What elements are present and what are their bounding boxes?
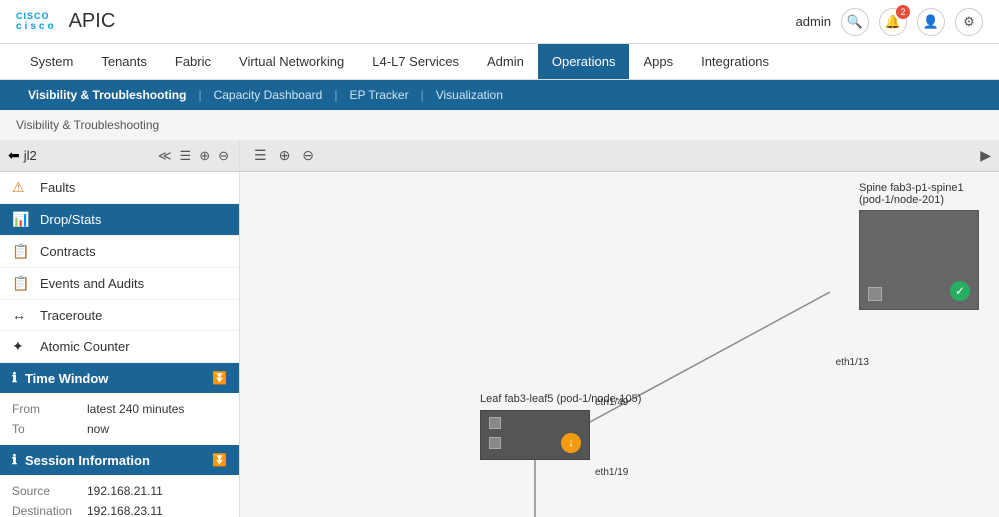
source-value: 192.168.21.11: [87, 484, 163, 498]
contracts-label: Contracts: [40, 244, 96, 259]
source-label: Source: [12, 484, 87, 498]
subnav-visualization[interactable]: Visualization: [424, 80, 515, 110]
to-value: now: [87, 422, 109, 436]
time-window-from-row: From latest 240 minutes: [12, 399, 227, 419]
sidebar: ⬅ jl2 ≪ ☰ ⊕ ⊖ ⚠ Faults 📊 Drop/Stats 📋 Co…: [0, 140, 240, 517]
session-info-content: Source 192.168.21.11 Destination 192.168…: [0, 475, 239, 517]
spine-label: Spine fab3-p1-spine1 (pod-1/node-201): [859, 182, 989, 206]
eth13-label: eth1/13: [836, 357, 869, 368]
leaf-label: Leaf fab3-leaf5 (pod-1/node-105): [480, 392, 641, 406]
list-icon[interactable]: ☰: [178, 146, 194, 166]
spine-box: ✓: [859, 210, 979, 310]
apic-title: APIC: [69, 10, 116, 33]
nav-operations[interactable]: Operations: [538, 44, 630, 79]
session-info-collapse-icon: ⏬: [212, 453, 227, 467]
sidebar-item-faults[interactable]: ⚠ Faults: [0, 172, 239, 204]
collapse-left-icon[interactable]: ≪: [156, 146, 174, 166]
spine-check-icon: ✓: [950, 281, 970, 301]
sub-nav: Visibility & Troubleshooting | Capacity …: [0, 80, 999, 110]
top-header: CISCO cisco APIC admin 🔍 🔔 2 👤 ⚙: [0, 0, 999, 44]
zoom-out-icon[interactable]: ⊖: [216, 146, 231, 166]
nav-system[interactable]: System: [16, 44, 87, 79]
breadcrumb: Visibility & Troubleshooting: [0, 110, 999, 140]
canvas-toggle-icon[interactable]: ▶: [980, 147, 991, 164]
atomic-counter-label: Atomic Counter: [40, 339, 130, 354]
events-icon: 📋: [12, 275, 32, 292]
user-icon-button[interactable]: 👤: [917, 8, 945, 36]
leaf-node: Leaf fab3-leaf5 (pod-1/node-105) ↓: [480, 392, 641, 460]
sidebar-title: jl2: [24, 148, 156, 163]
canvas-zoom-out-icon[interactable]: ⊖: [296, 145, 320, 166]
faults-icon: ⚠: [12, 179, 32, 196]
leaf-port-2: [489, 437, 501, 449]
nav-apps[interactable]: Apps: [629, 44, 687, 79]
admin-label: admin: [796, 14, 831, 29]
nav-integrations[interactable]: Integrations: [687, 44, 783, 79]
main-content: ⬅ jl2 ≪ ☰ ⊕ ⊖ ⚠ Faults 📊 Drop/Stats 📋 Co…: [0, 140, 999, 517]
drop-stats-icon: 📊: [12, 211, 32, 228]
network-diagram: eth1/49 eth1/19 eth1/13 Spine fab3-p1-sp…: [240, 172, 999, 517]
contracts-icon: 📋: [12, 243, 32, 260]
sidebar-toolbar: ≪ ☰ ⊕ ⊖: [156, 146, 231, 166]
time-window-title: Time Window: [25, 371, 108, 386]
header-icons: admin 🔍 🔔 2 👤 ⚙: [796, 8, 983, 36]
source-row: Source 192.168.21.11: [12, 481, 227, 501]
spine-node: Spine fab3-p1-spine1 (pod-1/node-201) ✓: [859, 182, 989, 310]
notifications-badge: 2: [896, 5, 910, 19]
settings-icon-button[interactable]: ⚙: [955, 8, 983, 36]
leaf-port-1: [489, 417, 501, 429]
spine-port: [868, 287, 882, 301]
leaf-box: ↓: [480, 410, 590, 460]
nav-fabric[interactable]: Fabric: [161, 44, 225, 79]
eth19-label: eth1/19: [595, 467, 628, 478]
sidebar-item-contracts[interactable]: 📋 Contracts: [0, 236, 239, 268]
nav-l4l7[interactable]: L4-L7 Services: [358, 44, 473, 79]
sidebar-item-drop-stats[interactable]: 📊 Drop/Stats: [0, 204, 239, 236]
events-label: Events and Audits: [40, 276, 144, 291]
leaf-port-row-1: [489, 417, 581, 429]
nav-admin[interactable]: Admin: [473, 44, 538, 79]
destination-label: Destination: [12, 504, 87, 517]
from-label: From: [12, 402, 87, 416]
time-window-collapse-icon: ⏬: [212, 371, 227, 385]
session-info-title: Session Information: [25, 453, 150, 468]
nav-tenants[interactable]: Tenants: [87, 44, 161, 79]
traceroute-label: Traceroute: [40, 308, 102, 323]
sidebar-item-atomic-counter[interactable]: ✦ Atomic Counter: [0, 331, 239, 363]
faults-label: Faults: [40, 180, 75, 195]
session-info-section-header[interactable]: ℹ Session Information ⏬: [0, 445, 239, 475]
sidebar-item-events-audits[interactable]: 📋 Events and Audits: [0, 268, 239, 300]
notifications-icon-button[interactable]: 🔔 2: [879, 8, 907, 36]
time-window-to-row: To now: [12, 419, 227, 439]
time-window-info-icon: ℹ: [12, 370, 17, 386]
cisco-logo: CISCO cisco: [16, 11, 57, 32]
subnav-capacity[interactable]: Capacity Dashboard: [202, 80, 335, 110]
leaf-warning-icon: ↓: [561, 433, 581, 453]
search-icon-button[interactable]: 🔍: [841, 8, 869, 36]
leaf-port-row-2: ↓: [489, 433, 581, 453]
from-value: latest 240 minutes: [87, 402, 184, 416]
time-window-section-header[interactable]: ℹ Time Window ⏬: [0, 363, 239, 393]
drop-stats-label: Drop/Stats: [40, 212, 101, 227]
subnav-ep-tracker[interactable]: EP Tracker: [337, 80, 420, 110]
destination-value: 192.168.23.11: [87, 504, 163, 517]
to-label: To: [12, 422, 87, 436]
canvas-list-icon[interactable]: ☰: [248, 145, 273, 166]
atomic-counter-icon: ✦: [12, 338, 32, 355]
time-window-content: From latest 240 minutes To now: [0, 393, 239, 445]
canvas-area: ☰ ⊕ ⊖ ▶ eth1/49 eth1/19 eth1/13 Spine fa…: [240, 140, 999, 517]
canvas-zoom-fit-icon[interactable]: ⊕: [273, 145, 297, 166]
cisco-abbr: CISCO: [16, 11, 57, 21]
subnav-visibility[interactable]: Visibility & Troubleshooting: [16, 80, 198, 110]
canvas-toolbar: ☰ ⊕ ⊖ ▶: [240, 140, 999, 172]
nav-menu: System Tenants Fabric Virtual Networking…: [0, 44, 999, 80]
cisco-full: cisco: [16, 21, 57, 32]
sidebar-item-traceroute[interactable]: ↔ Traceroute: [0, 300, 239, 331]
traceroute-icon: ↔: [12, 307, 32, 323]
sidebar-header: ⬅ jl2 ≪ ☰ ⊕ ⊖: [0, 140, 239, 172]
nav-virtual-networking[interactable]: Virtual Networking: [225, 44, 358, 79]
zoom-in-icon[interactable]: ⊕: [197, 146, 212, 166]
session-info-icon: ℹ: [12, 452, 17, 468]
